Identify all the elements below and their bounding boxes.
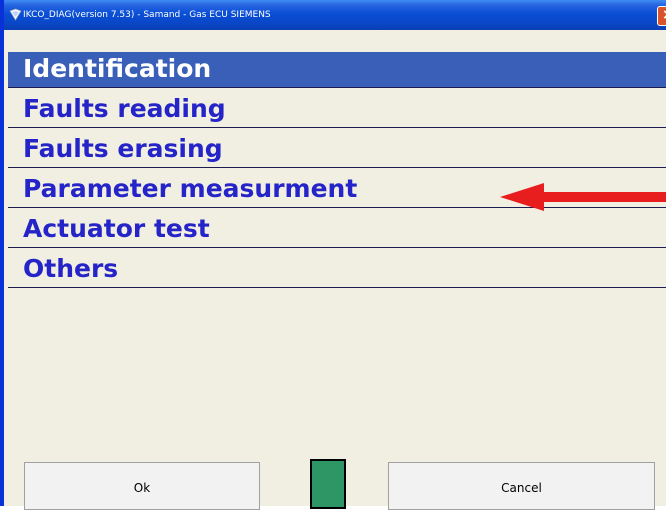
main-menu: Identification Faults reading Faults era…: [8, 52, 666, 288]
cancel-button-label: Cancel: [501, 481, 542, 495]
menu-item-label: Identification: [23, 54, 212, 83]
app-icon: [9, 8, 22, 21]
menu-item-label: Faults erasing: [23, 134, 223, 163]
menu-item-others[interactable]: Others: [8, 248, 666, 288]
menu-item-actuator-test[interactable]: Actuator test: [8, 208, 666, 248]
menu-item-label: Faults reading: [23, 94, 226, 123]
window-title: IKCO_DIAG(version 7.53) - Samand - Gas E…: [23, 10, 271, 20]
app-window: IKCO_DIAG(version 7.53) - Samand - Gas E…: [0, 0, 666, 506]
cancel-button[interactable]: Cancel: [388, 462, 655, 510]
menu-item-label: Actuator test: [23, 214, 210, 243]
ok-button[interactable]: Ok: [24, 462, 260, 510]
menu-item-faults-erasing[interactable]: Faults erasing: [8, 128, 666, 168]
menu-item-label: Parameter measurment: [23, 174, 358, 203]
close-icon: ×: [662, 7, 666, 23]
menu-item-faults-reading[interactable]: Faults reading: [8, 88, 666, 128]
ok-button-label: Ok: [133, 481, 151, 495]
title-bar[interactable]: IKCO_DIAG(version 7.53) - Samand - Gas E…: [4, 0, 666, 30]
red-arrow-icon: [500, 183, 666, 211]
menu-item-identification[interactable]: Identification: [8, 52, 666, 88]
close-button[interactable]: ×: [657, 6, 666, 26]
menu-item-label: Others: [23, 254, 119, 283]
status-indicator: [310, 459, 346, 509]
